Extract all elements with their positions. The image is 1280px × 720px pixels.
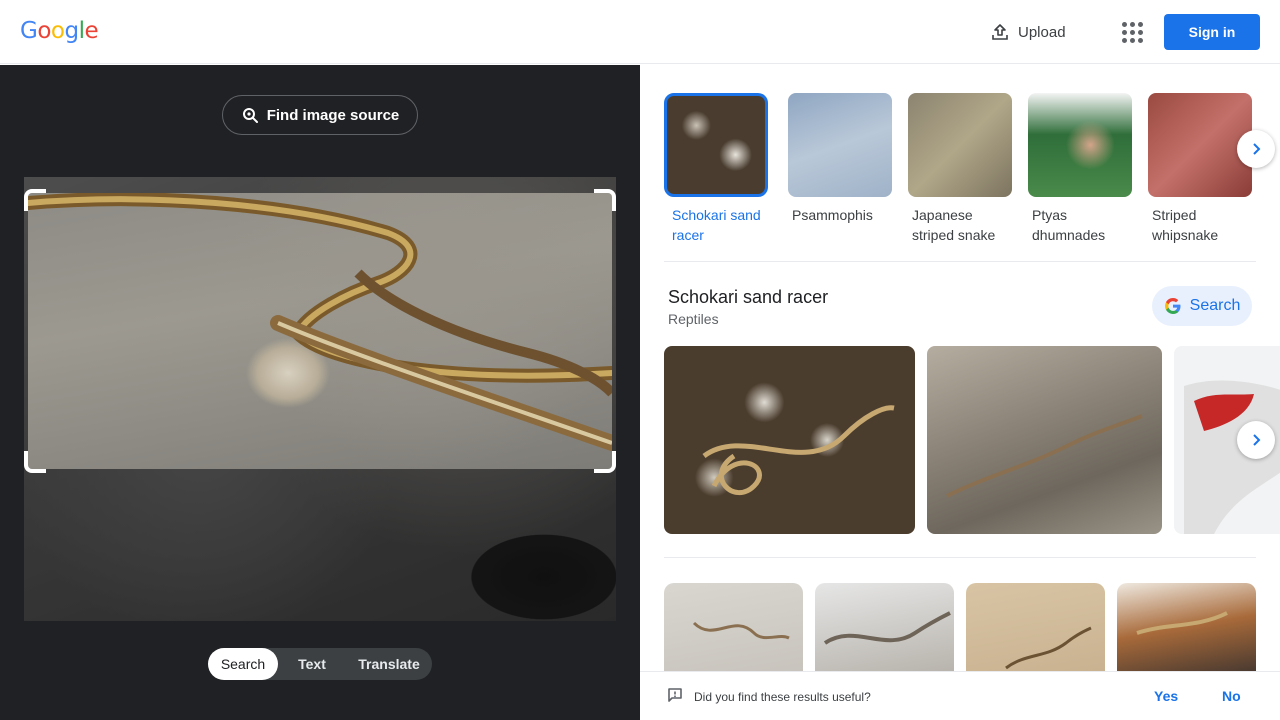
snake-illustration [702, 405, 895, 495]
upload-icon [992, 24, 1008, 40]
find-image-source-button[interactable]: Find image source [222, 95, 418, 135]
find-image-source-label: Find image source [266, 106, 400, 124]
entity-chip[interactable]: Striped whipsnake [1148, 93, 1252, 245]
entity-carousel: Schokari sand racer Psammophis Japanese … [664, 93, 1264, 253]
upload-label: Upload [1018, 23, 1066, 41]
crop-handle-bottom-right[interactable] [594, 451, 616, 473]
entity-label: Schokari sand racer [672, 207, 761, 243]
upload-button[interactable]: Upload [990, 18, 1066, 46]
mode-search-tab[interactable]: Search [208, 648, 278, 680]
visual-match-image[interactable] [966, 583, 1105, 671]
mode-switcher: Search Text Translate [208, 648, 432, 680]
visual-match-image[interactable] [815, 583, 954, 671]
entity-thumbnail [664, 93, 768, 197]
mode-text-tab[interactable]: Text [278, 648, 346, 680]
snake-illustration [692, 621, 790, 640]
entity-label: Psammophis [792, 207, 873, 223]
snake-illustration [1136, 611, 1228, 635]
entity-thumbnail [788, 93, 892, 197]
knowledge-image[interactable] [664, 346, 915, 534]
feedback-icon [668, 688, 682, 702]
chevron-right-icon [1253, 434, 1261, 446]
search-label: Search [1189, 297, 1241, 314]
section-divider [664, 261, 1256, 262]
crop-handle-top-left[interactable] [24, 189, 46, 211]
entity-chip[interactable]: Ptyas dhumnades [1028, 93, 1132, 245]
google-g-icon [1164, 298, 1181, 314]
knowledge-image[interactable] [927, 346, 1162, 534]
top-bar: Google Upload Sign in [0, 0, 1280, 64]
entity-label: Japanese striped snake [912, 207, 996, 243]
results-panel: Schokari sand racer Psammophis Japanese … [640, 65, 1280, 720]
lens-search-icon [242, 108, 258, 123]
feedback-no-button[interactable]: No [1222, 688, 1241, 704]
chevron-right-icon [1253, 143, 1261, 155]
visual-match-image[interactable] [1117, 583, 1256, 671]
entity-thumbnail [1028, 93, 1132, 197]
knowledge-title: Schokari sand racer [668, 287, 829, 307]
mode-translate-tab[interactable]: Translate [346, 648, 432, 680]
knowledge-next-button[interactable] [1237, 421, 1275, 459]
snake-illustration [823, 611, 951, 645]
section-divider [664, 557, 1256, 558]
crop-handle-bottom-left[interactable] [24, 451, 46, 473]
entity-chip[interactable]: Japanese striped snake [908, 93, 1012, 245]
entity-chip[interactable]: Schokari sand racer [664, 93, 768, 245]
crop-handle-top-right[interactable] [594, 189, 616, 211]
snake-illustration [946, 414, 1143, 498]
snake-illustration [1005, 626, 1092, 670]
knowledge-subtitle: Reptiles [668, 311, 719, 327]
entity-label: Striped whipsnake [1152, 207, 1219, 243]
crop-selection[interactable] [28, 193, 612, 469]
google-logo[interactable]: Google [20, 18, 99, 44]
visual-match-image[interactable] [664, 583, 803, 671]
entity-thumbnail [908, 93, 1012, 197]
feedback-bar: Did you find these results useful? Yes N… [640, 671, 1280, 720]
google-search-button[interactable]: Search [1152, 286, 1252, 326]
entity-chip[interactable]: Psammophis [788, 93, 892, 225]
entity-next-button[interactable] [1237, 130, 1275, 168]
image-panel: Find image source Search Text Translate [0, 65, 640, 720]
entity-label: Ptyas dhumnades [1032, 207, 1106, 243]
snake-illustration [28, 193, 612, 451]
feedback-question: Did you find these results useful? [694, 690, 871, 704]
feedback-yes-button[interactable]: Yes [1154, 688, 1178, 704]
sign-in-button[interactable]: Sign in [1164, 14, 1260, 50]
apps-grid-icon[interactable] [1118, 18, 1146, 46]
